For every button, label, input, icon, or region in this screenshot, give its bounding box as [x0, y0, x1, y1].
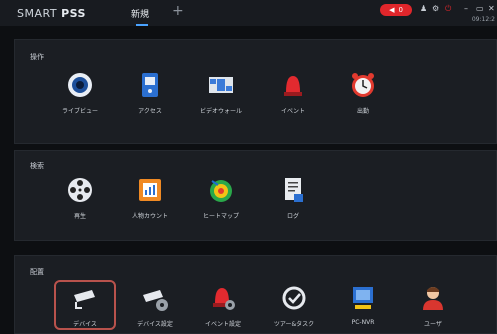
access-icon	[135, 70, 165, 100]
pc-nvr-icon	[348, 283, 378, 313]
event-config-button[interactable]: イベント設定	[193, 283, 253, 328]
access-button[interactable]: アクセス	[120, 70, 180, 115]
pc-nvr-button[interactable]: PC-NVR	[333, 283, 393, 326]
device-config-label: デバイス設定	[137, 321, 173, 328]
minimize-icon[interactable]: –	[464, 4, 468, 13]
people-count-icon	[135, 175, 165, 205]
close-icon[interactable]: ✕	[488, 4, 495, 13]
device-config-icon	[140, 283, 170, 313]
access-label: アクセス	[138, 108, 162, 115]
event-button[interactable]: イベント	[263, 70, 323, 115]
add-tab-button[interactable]: +	[172, 3, 184, 19]
gear-icon[interactable]: ⚙	[432, 4, 439, 13]
people-count-button[interactable]: 人物カウント	[120, 175, 180, 220]
tour-task-label: ツアー&タスク	[273, 321, 315, 328]
heatmap-icon	[206, 175, 236, 205]
user-icon	[418, 283, 448, 313]
section-title-search: 検索	[30, 162, 44, 170]
people-count-label: 人物カウント	[131, 213, 168, 220]
log-icon	[278, 175, 308, 205]
lock-icon[interactable]: ⏻	[445, 4, 451, 14]
tour-task-icon	[279, 283, 309, 313]
video-wall-button[interactable]: ビデオウォール	[191, 70, 251, 115]
live-view-button[interactable]: ライブビュー	[50, 70, 110, 115]
title-bar: SMART PSS 新規 + ◀ 0 ♟ ⚙ ⏻ – ▭ ✕ 09:12:2	[0, 0, 497, 26]
user-button[interactable]: ユーザ	[403, 283, 463, 328]
device-button[interactable]: デバイス	[55, 283, 115, 328]
playback-button[interactable]: 再生	[50, 175, 110, 220]
device-config-button[interactable]: デバイス設定	[125, 283, 185, 328]
speaker-icon: ◀	[389, 6, 395, 14]
video-wall-icon	[206, 70, 236, 100]
clock: 09:12:2	[471, 16, 495, 23]
live-view-label: ライブビュー	[61, 108, 98, 115]
log-label: ログ	[286, 213, 299, 220]
playback-label: 再生	[73, 213, 86, 220]
video-wall-label: ビデオウォール	[199, 108, 242, 115]
section-title-configuration: 配置	[30, 268, 44, 276]
device-label: デバイス	[73, 321, 97, 328]
device-icon	[70, 283, 100, 313]
attendance-label: 出勤	[356, 108, 369, 115]
restore-icon[interactable]: ▭	[476, 4, 484, 13]
event-config-icon	[208, 283, 238, 313]
alarm-indicator[interactable]: ◀ 0	[380, 4, 412, 16]
user-icon-top[interactable]: ♟	[420, 4, 427, 13]
log-button[interactable]: ログ	[263, 175, 323, 220]
event-config-label: イベント設定	[204, 321, 241, 328]
active-tab-indicator	[136, 24, 148, 26]
attendance-button[interactable]: 出勤	[333, 70, 393, 115]
tab-new[interactable]: 新規	[131, 7, 149, 20]
live-view-icon	[65, 70, 95, 100]
pc-nvr-label: PC-NVR	[351, 319, 375, 326]
event-label: イベント	[280, 108, 305, 115]
heatmap-label: ヒートマップ	[202, 213, 239, 220]
alarm-count: 0	[398, 6, 403, 14]
user-label: ユーザ	[424, 321, 442, 328]
tour-task-button[interactable]: ツアー&タスク	[264, 283, 324, 328]
playback-icon	[65, 175, 95, 205]
heatmap-button[interactable]: ヒートマップ	[191, 175, 251, 220]
section-title-operation: 操作	[30, 53, 44, 61]
attendance-icon	[348, 70, 378, 100]
app-brand: SMART PSS	[17, 7, 86, 20]
event-icon	[278, 70, 308, 100]
